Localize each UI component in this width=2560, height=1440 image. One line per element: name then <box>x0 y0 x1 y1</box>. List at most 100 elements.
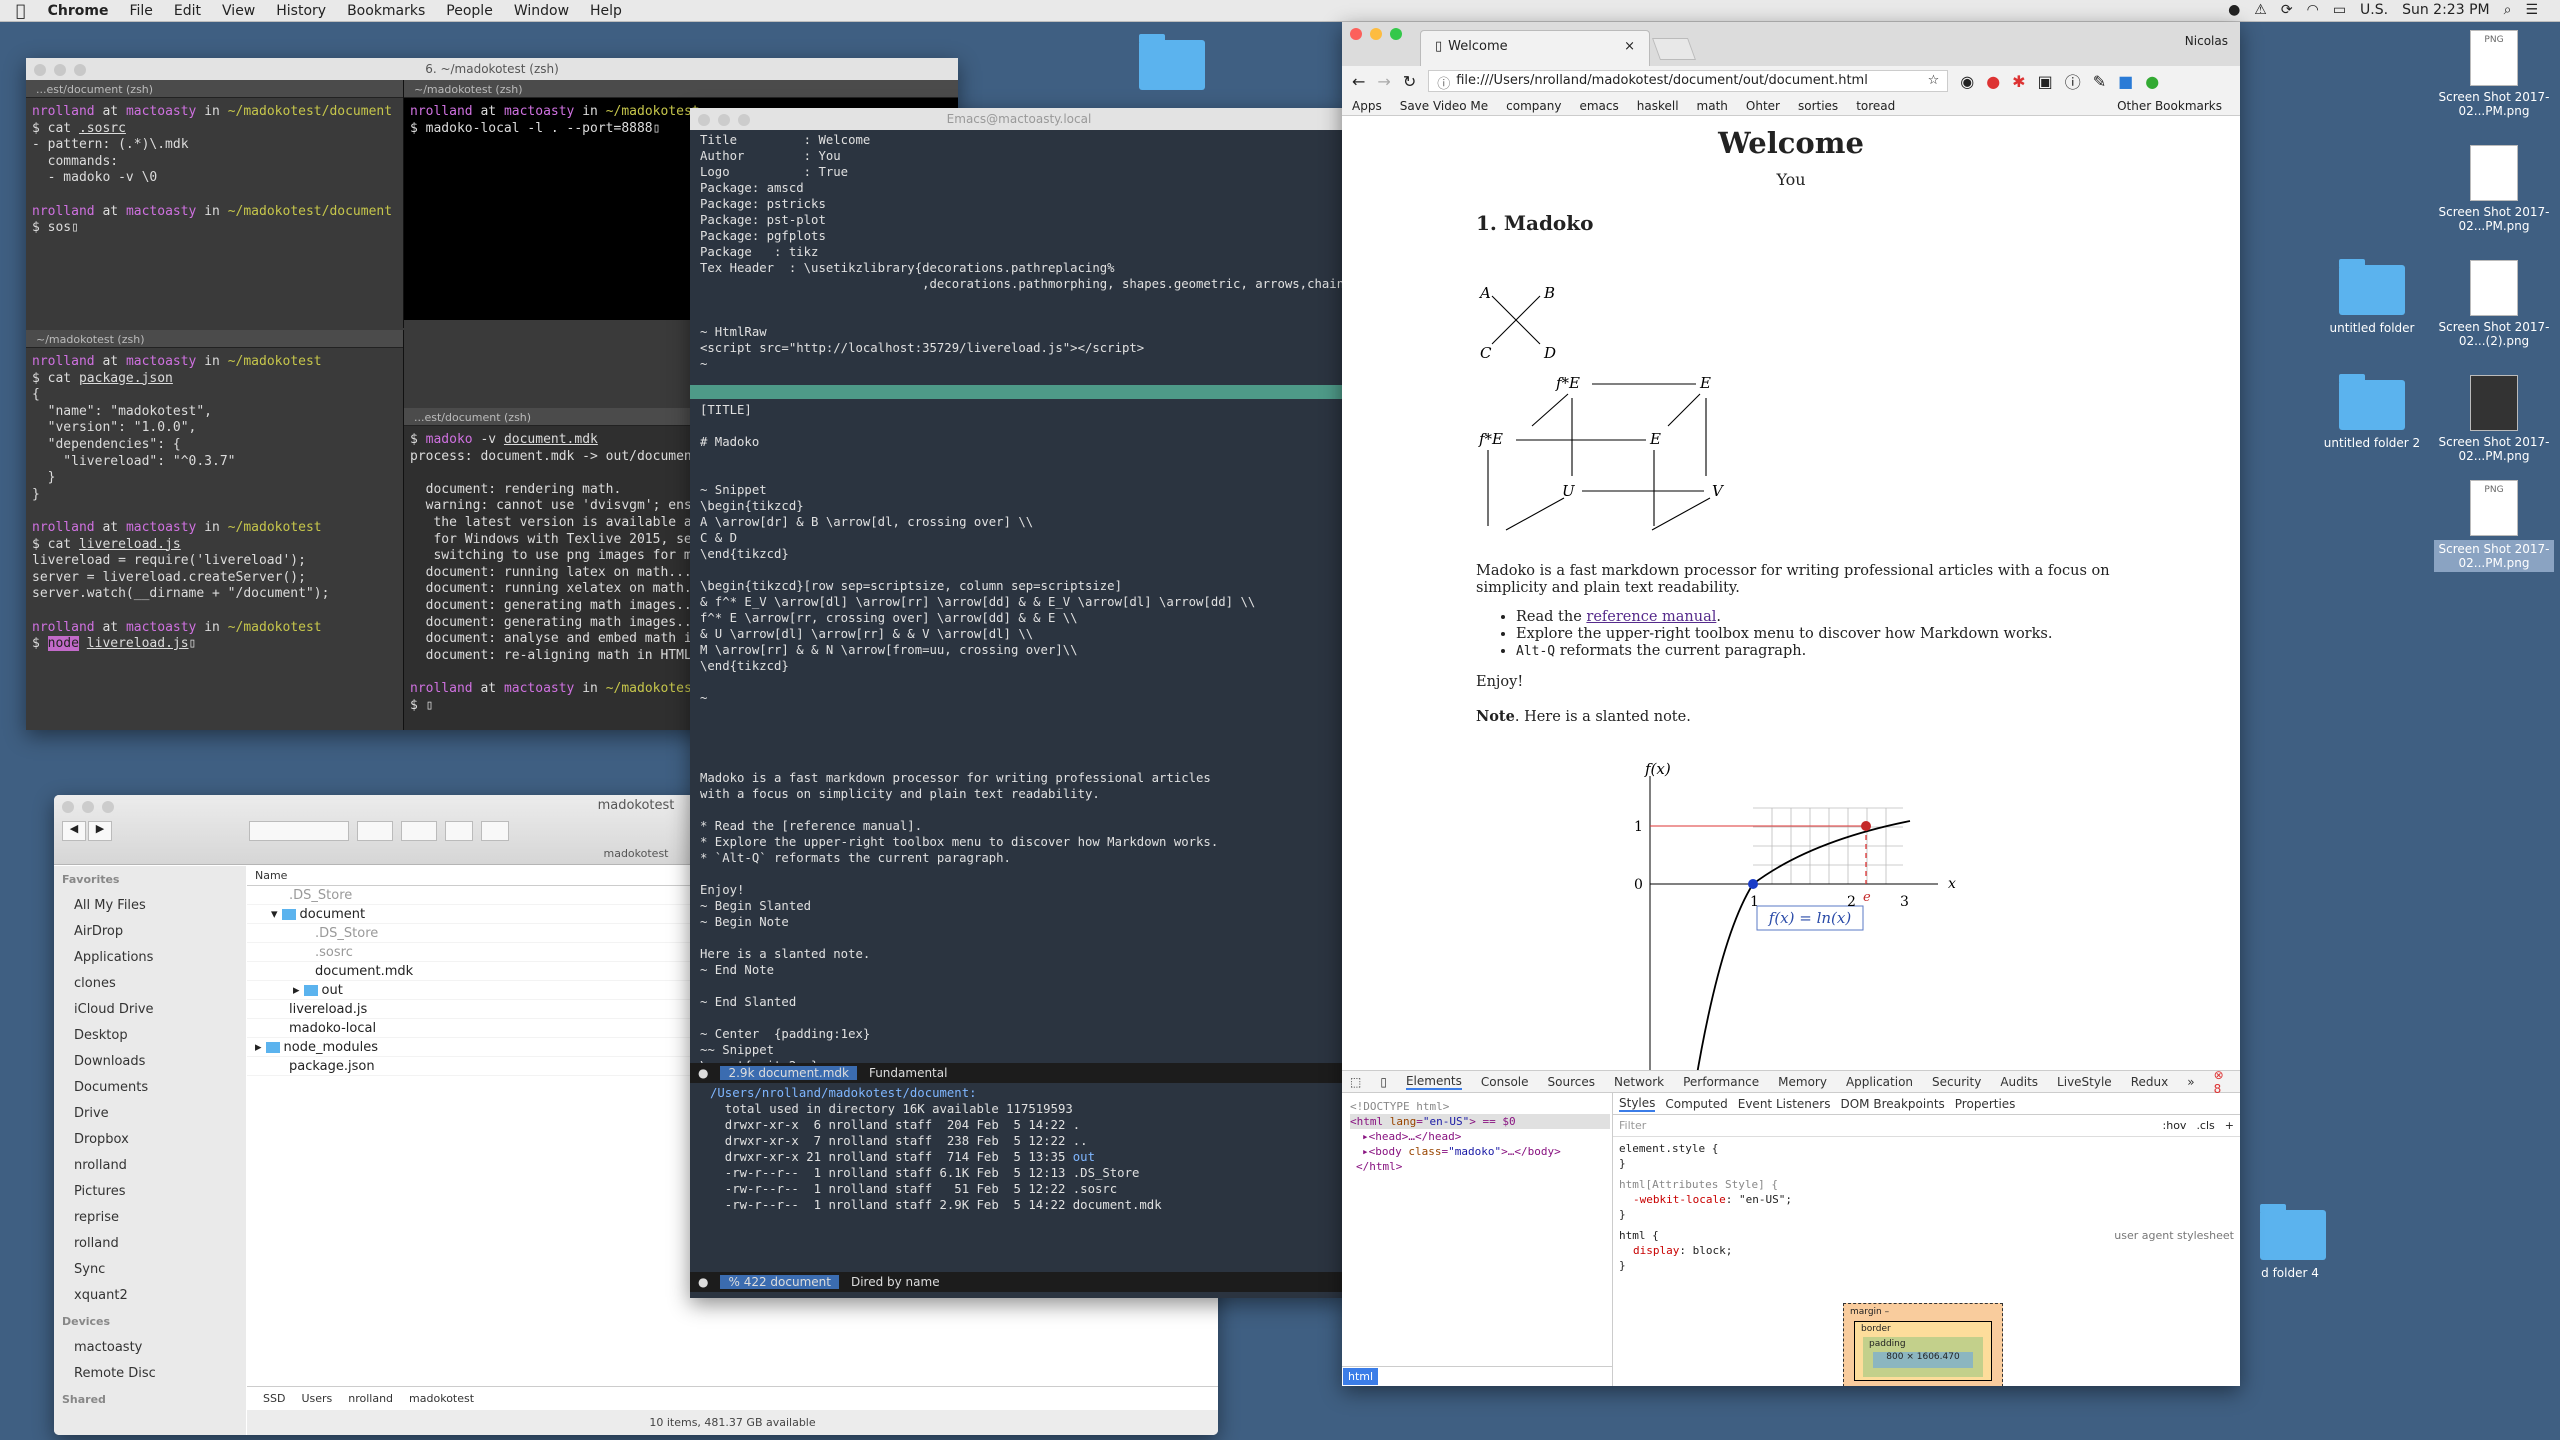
style-rule[interactable]: -webkit-locale: "en-US"; <box>1619 1192 2234 1207</box>
close-icon[interactable] <box>34 64 46 76</box>
style-rule[interactable]: html[Attributes Style] { <box>1619 1177 2234 1192</box>
sidebar-item[interactable]: xquant2 <box>54 1282 246 1308</box>
close-icon[interactable] <box>698 114 710 126</box>
sidebar-item[interactable]: mactoasty <box>54 1334 246 1360</box>
editor-top[interactable]: Title : Welcome Author : You Logo : True… <box>690 130 1348 400</box>
dom-line[interactable]: <!DOCTYPE html> <box>1350 1099 1610 1114</box>
path-item[interactable]: nrolland <box>348 1392 393 1405</box>
sidebar-item[interactable]: Drive <box>54 1100 246 1126</box>
reference-manual-link[interactable]: reference manual <box>1586 609 1716 625</box>
menu-help[interactable]: Help <box>590 3 622 19</box>
add-rule-icon[interactable]: + <box>2225 1119 2234 1132</box>
tab-styles[interactable]: Styles <box>1619 1096 1656 1112</box>
back-icon[interactable]: ← <box>1352 72 1365 91</box>
mode-line-buffer[interactable]: % 422 document <box>720 1275 839 1289</box>
tag-button[interactable] <box>481 821 509 841</box>
desktop-folder[interactable] <box>1112 34 1232 96</box>
extension-icon[interactable]: ✱ <box>2012 72 2025 91</box>
desktop-file[interactable]: Screen Shot 2017-02...PM.png <box>2434 375 2554 463</box>
bookmark-folder[interactable]: sorties <box>1798 99 1838 113</box>
tab-audits[interactable]: Audits <box>2000 1075 2038 1089</box>
mode-line-mode[interactable]: Dired by name <box>851 1275 940 1289</box>
info-icon[interactable]: ⓘ <box>1437 73 1450 92</box>
sidebar-item[interactable]: Pictures <box>54 1178 246 1204</box>
bookmark-folder[interactable]: toread <box>1856 99 1895 113</box>
desktop-folder[interactable]: untitled folder 2 <box>2312 374 2432 450</box>
style-rule[interactable]: } <box>1619 1156 2234 1171</box>
dired-buffer[interactable]: /Users/nrolland/madokotest/document: tot… <box>690 1083 1348 1278</box>
tab-welcome[interactable]: ▯ Welcome × <box>1420 30 1650 66</box>
extension-icon[interactable]: ◉ <box>1960 72 1974 91</box>
cls-button[interactable]: .cls <box>2196 1119 2214 1132</box>
sidebar-item[interactable]: Downloads <box>54 1048 246 1074</box>
clock[interactable]: Sun 2:23 PM <box>2402 2 2490 18</box>
zoom-icon[interactable] <box>1390 28 1402 40</box>
tab-network[interactable]: Network <box>1614 1075 1664 1089</box>
other-bookmarks[interactable]: Other Bookmarks <box>2117 99 2222 113</box>
sidebar-item[interactable]: Remote Disc <box>54 1360 246 1386</box>
extension-icon[interactable]: ● <box>2145 72 2159 91</box>
tab-security[interactable]: Security <box>1932 1075 1981 1089</box>
tab-sources[interactable]: Sources <box>1548 1075 1595 1089</box>
arrange-button[interactable] <box>357 821 393 841</box>
editor-main[interactable]: [TITLE] # Madoko ~ Snippet \begin{tikzcd… <box>690 400 1348 1063</box>
mode-line-mode[interactable]: Fundamental <box>869 1066 948 1080</box>
menu-app[interactable]: Chrome <box>48 3 109 19</box>
sidebar-item[interactable]: Applications <box>54 944 246 970</box>
tab-computed[interactable]: Computed <box>1665 1097 1727 1111</box>
tab-performance[interactable]: Performance <box>1683 1075 1759 1089</box>
filter-input[interactable]: Filter <box>1619 1119 2163 1132</box>
tab-elements[interactable]: Elements <box>1405 1074 1462 1090</box>
action-gear-icon[interactable] <box>401 821 437 841</box>
warning-icon[interactable]: ⚠ <box>2254 2 2267 18</box>
dom-line[interactable]: ▸<head>…</head> <box>1350 1129 1610 1144</box>
tab-redux[interactable]: Redux <box>2131 1075 2169 1089</box>
bookmark-folder[interactable]: Ohter <box>1746 99 1780 113</box>
back-button[interactable]: ◀ <box>62 821 86 841</box>
style-rule[interactable]: display: block; <box>1619 1243 2234 1258</box>
input-source[interactable]: U.S. <box>2360 2 2388 18</box>
menu-file[interactable]: File <box>129 3 152 19</box>
menu-people[interactable]: People <box>446 3 493 19</box>
tab-close-icon[interactable]: × <box>1624 39 1635 58</box>
pane-top-left[interactable]: ...est/document (zsh) nrolland at mactoa… <box>26 80 404 328</box>
path-item[interactable]: SSD <box>263 1392 285 1405</box>
bookmark-folder[interactable]: company <box>1506 99 1561 113</box>
dom-line[interactable]: <html lang="en-US"> == $0 <box>1350 1114 1610 1129</box>
bookmark-star-icon[interactable]: ☆ <box>1928 73 1940 89</box>
close-icon[interactable] <box>1350 28 1362 40</box>
menu-history[interactable]: History <box>276 3 326 19</box>
dom-line[interactable]: ▸<body class="madoko">…</body> <box>1350 1144 1610 1159</box>
desktop-file[interactable]: Screen Shot 2017-02...(2).png <box>2434 260 2554 348</box>
extension-icon[interactable]: ⓘ <box>2065 69 2081 93</box>
forward-button[interactable]: ▶ <box>88 821 112 841</box>
sidebar-item[interactable]: rolland <box>54 1230 246 1256</box>
minimize-icon[interactable] <box>1370 28 1382 40</box>
address-bar[interactable]: ⓘ file:///Users/nrolland/madokotest/docu… <box>1428 70 1949 92</box>
sidebar-item[interactable]: All My Files <box>54 892 246 918</box>
extension-icon[interactable]: ✎ <box>2093 72 2106 91</box>
error-badge[interactable]: ⊗ 8 <box>2214 1068 2224 1096</box>
tab-properties[interactable]: Properties <box>1955 1097 2016 1111</box>
sidebar-item[interactable]: reprise <box>54 1204 246 1230</box>
list-icon[interactable]: ☰ <box>2525 2 2538 18</box>
desktop-file[interactable]: PNG Screen Shot 2017-02...PM.png <box>2434 480 2554 572</box>
path-item[interactable]: madokotest <box>409 1392 474 1405</box>
sidebar-item[interactable]: Dropbox <box>54 1126 246 1152</box>
desktop-file[interactable]: Screen Shot 2017-02...PM.png <box>2434 145 2554 233</box>
bookmark-apps[interactable]: Apps <box>1352 99 1382 113</box>
bookmark-folder[interactable]: emacs <box>1579 99 1618 113</box>
bookmark-folder[interactable]: math <box>1697 99 1728 113</box>
sidebar-item[interactable]: nrolland <box>54 1152 246 1178</box>
sidebar-item[interactable]: clones <box>54 970 246 996</box>
zoom-icon[interactable] <box>738 114 750 126</box>
sidebar-item[interactable]: Documents <box>54 1074 246 1100</box>
pane-bottom-left[interactable]: ~/madokotest (zsh) nrolland at mactoasty… <box>26 330 404 730</box>
style-rule[interactable]: } <box>1619 1258 2234 1273</box>
share-button[interactable] <box>445 821 473 841</box>
sidebar-item[interactable]: iCloud Drive <box>54 996 246 1022</box>
minimize-icon[interactable] <box>718 114 730 126</box>
menu-view[interactable]: View <box>222 3 255 19</box>
search-icon[interactable]: ⌕ <box>2504 2 2512 18</box>
tab-livestyle[interactable]: LiveStyle <box>2057 1075 2112 1089</box>
